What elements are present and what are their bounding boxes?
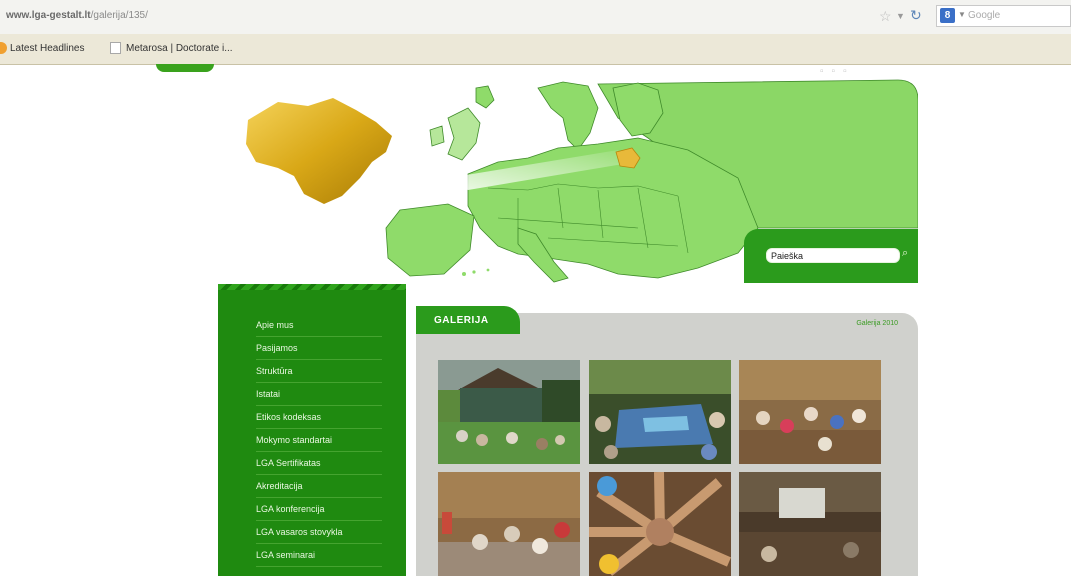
gallery-year-link[interactable]: Galerija 2010 (856, 320, 898, 327)
sidebar-item-lga-konferencija[interactable]: LGA konferencija (256, 498, 382, 521)
dropdown-arrow-icon[interactable]: ▼ (896, 11, 905, 21)
url-text[interactable]: www.lga-gestalt.lt/galerija/135/ (6, 10, 148, 21)
gallery-photo-hands-circle[interactable] (589, 472, 731, 576)
lithuania-emblem (246, 98, 392, 204)
search-icon[interactable]: ⌕ (902, 247, 908, 260)
sidebar-item-lga-sertifikatas[interactable]: LGA Sertifikatas (256, 452, 382, 475)
sidebar-item-lga-seminarai[interactable]: LGA seminarai (256, 544, 382, 567)
engine-dropdown-icon[interactable]: ▼ (958, 10, 966, 19)
page-icon (110, 42, 121, 54)
sidebar: Apie mus Pasijamos Struktūra Istatai Eti… (218, 284, 406, 576)
gallery-panel: GALERIJA Galerija 2010 (416, 306, 918, 576)
site-search: ⌕ (744, 229, 918, 283)
sidebar-stripe (218, 284, 406, 290)
search-engine-icon[interactable]: 8 (940, 8, 955, 23)
sidebar-item-istatai[interactable]: Istatai (256, 383, 382, 406)
bookmark-doctorate[interactable]: Metarosa | Doctorate i... (126, 43, 233, 54)
header-utility-icons[interactable]: ▫▫▫ (820, 66, 855, 77)
search-input[interactable] (766, 248, 900, 263)
bookmark-latest-headlines[interactable]: Latest Headlines (10, 43, 85, 54)
bookmarks-toolbar: Latest Headlines Metarosa | Doctorate i.… (0, 34, 1071, 65)
browser-search-box[interactable]: 8 ▼ Google (936, 5, 1071, 27)
gallery-photo-children-mat-lawn[interactable] (589, 360, 731, 464)
reload-icon[interactable]: ↻ (910, 7, 922, 24)
gallery-photo-screening-room[interactable] (739, 472, 881, 576)
bookmark-star-icon[interactable]: ☆ (879, 8, 892, 25)
address-bar[interactable]: www.lga-gestalt.lt/galerija/135/ ☆ ▼ ↻ 8… (0, 0, 1071, 35)
sidebar-item-lga-vasaros-stovykla[interactable]: LGA vasaros stovykla (256, 521, 382, 544)
header-tab (156, 64, 214, 72)
gallery-photo-outdoor-group-house[interactable] (438, 360, 580, 464)
gallery-photo-children-on-floor[interactable] (438, 472, 580, 576)
sidebar-item-struktura[interactable]: Struktūra (256, 360, 382, 383)
sidebar-item-apie-mus[interactable]: Apie mus (256, 314, 382, 337)
url-domain: www.lga-gestalt.lt (6, 10, 91, 21)
browser-search-placeholder: Google (968, 10, 1001, 21)
sidebar-item-mokymo-standartai[interactable]: Mokymo standartai (256, 429, 382, 452)
rss-icon (0, 42, 7, 54)
url-path: /galerija/135/ (90, 10, 148, 21)
sidebar-item-pasijamos[interactable]: Pasijamos (256, 337, 382, 360)
gallery-title: GALERIJA (416, 306, 520, 334)
gallery-photo-children-wooden-room[interactable] (739, 360, 881, 464)
sidebar-item-akreditacija[interactable]: Akreditacija (256, 475, 382, 498)
sidebar-item-etikos-kodeksas[interactable]: Etikos kodeksas (256, 406, 382, 429)
